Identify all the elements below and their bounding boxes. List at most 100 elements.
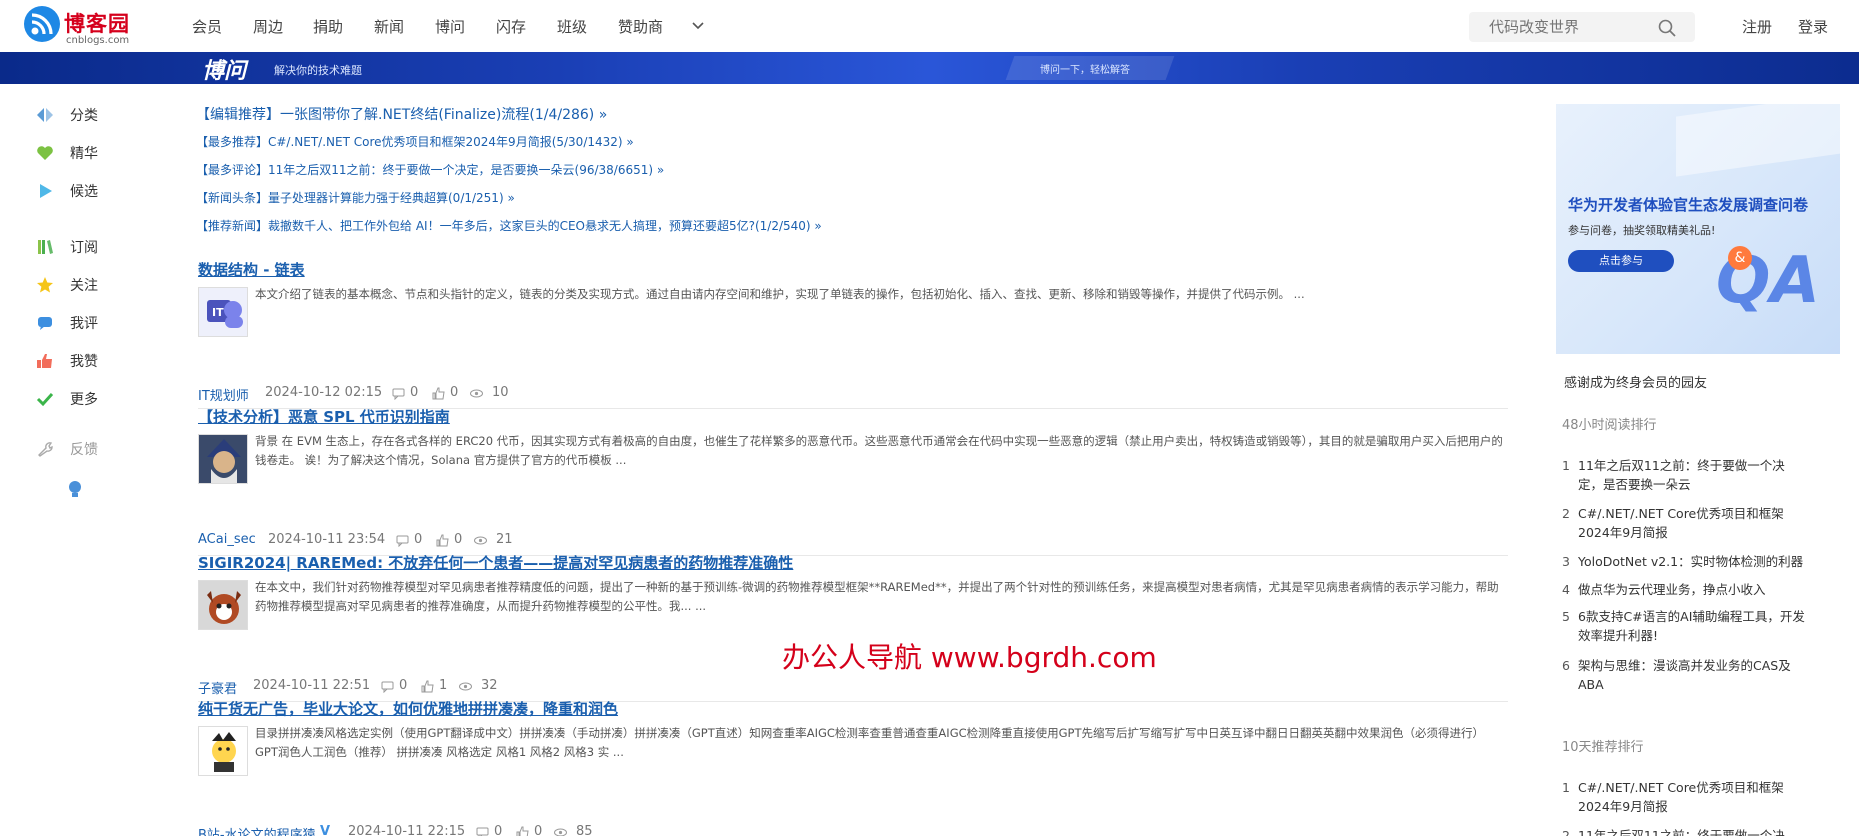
post-date: 2024-10-11 22:51 bbox=[253, 678, 371, 693]
rank-title: 11年之后双11之前：终于要做一个决定，是否要换一朵云 bbox=[1578, 458, 1785, 492]
author-avatar[interactable]: IT bbox=[198, 287, 248, 337]
login-link[interactable]: 登录 bbox=[1798, 16, 1828, 37]
rank-48h-item[interactable]: 4 做点华为云代理业务，挣点小收入 bbox=[1562, 580, 1832, 600]
rank-number: 6 bbox=[1562, 658, 1570, 673]
watermark-text: 办公人导航 www.bgrdh.com bbox=[782, 641, 1157, 674]
nav-item-member[interactable]: 会员 bbox=[192, 16, 222, 37]
nav-item-questions[interactable]: 博问 bbox=[435, 16, 465, 37]
author-avatar[interactable] bbox=[198, 726, 248, 776]
post-meta: IT规划师 2024-10-12 02:15 0 0 10 bbox=[198, 385, 798, 404]
post-summary: 在本文中，我们针对药物推荐模型对罕见病患者推荐精度低的问题，提出了一种新的基于预… bbox=[255, 580, 1499, 613]
headline-most-recommended[interactable]: 【最多推荐】C#/.NET/.NET Core优秀项目和框架2024年9月简报(… bbox=[196, 133, 634, 150]
banner-title: 博问 bbox=[202, 59, 247, 84]
main-content: 【编辑推荐】一张图带你了解.NET终结(Finalize)流程(1/4/286)… bbox=[168, 84, 1540, 836]
nav-item-donate[interactable]: 捐助 bbox=[313, 16, 343, 37]
rank-48h-item[interactable]: 5 6款支持C#语言的AI辅助编程工具，开发效率提升利器! bbox=[1562, 607, 1832, 647]
questions-banner[interactable]: 博问 解决你的技术难题 博问一下，轻松解答 bbox=[0, 52, 1859, 84]
category-icon bbox=[37, 108, 53, 122]
post-date: 2024-10-11 22:15 bbox=[348, 824, 466, 836]
sidebar-item-candidate[interactable]: 候选 bbox=[36, 180, 156, 202]
post-summary: 背景 在 EVM 生态上，存在各式各样的 ERC20 代币，因其实现方式有着极高… bbox=[255, 434, 1503, 467]
post-title[interactable]: 【技术分析】恶意 SPL 代币识别指南 bbox=[198, 406, 450, 427]
headline-news-top[interactable]: 【新闻头条】量子处理器计算能力强于经典超算(0/1/251) » bbox=[196, 189, 515, 206]
post-item: 纯干货无广告，毕业大论文，如何优雅地拼拼凑凑，降重和润色 目录拼拼凑凑风格选定实… bbox=[198, 698, 1518, 836]
sidebar-item-label: 精华 bbox=[70, 146, 98, 162]
post-author[interactable]: ACai_sec bbox=[198, 532, 256, 547]
nav-item-class[interactable]: 班级 bbox=[557, 16, 587, 37]
lightbulb-icon[interactable] bbox=[67, 480, 83, 500]
nav-item-sponsor[interactable]: 赞助商 bbox=[618, 16, 663, 37]
ad-title: 华为开发者体验官生态发展调查问卷 bbox=[1568, 196, 1809, 214]
sidebar-item-subscribe[interactable]: 订阅 bbox=[36, 236, 156, 258]
sidebar-item-my-likes[interactable]: 我赞 bbox=[36, 350, 156, 372]
post-title[interactable]: 数据结构 - 链表 bbox=[198, 259, 305, 280]
post-summary: 目录拼拼凑凑风格选定实例（使用GPT翻译成中文）拼拼凑凑（手动拼凑）拼拼凑凑（G… bbox=[255, 726, 1485, 759]
nav-item-flash[interactable]: 闪存 bbox=[496, 16, 526, 37]
rank-48h-item[interactable]: 3 YoloDotNet v2.1：实时物体检测的利器 bbox=[1562, 552, 1832, 572]
banner-right-text: 博问一下，轻松解答 bbox=[1040, 65, 1130, 76]
sidebar-item-follow[interactable]: 关注 bbox=[36, 274, 156, 296]
author-avatar[interactable] bbox=[198, 434, 248, 484]
post-comments-count: 0 bbox=[414, 532, 423, 547]
rank-48h-item[interactable]: 2 C#/.NET/.NET Core优秀项目和框架2024年9月简报 bbox=[1562, 504, 1832, 544]
rank-number: 3 bbox=[1562, 554, 1570, 569]
sidebar-item-more[interactable]: 更多 bbox=[36, 388, 156, 410]
sidebar-item-label: 订阅 bbox=[70, 240, 98, 256]
post-meta: B站-水论文的程序猿 V 2024-10-11 22:15 0 0 85 bbox=[198, 824, 898, 836]
ad-banner[interactable]: 华为开发者体验官生态发展调查问卷 参与问卷，抽奖领取精美礼品! 点击参与 QA … bbox=[1556, 104, 1840, 354]
rank-number: 1 bbox=[1562, 458, 1570, 473]
lifetime-member-link[interactable]: 感谢成为终身会员的园友 bbox=[1564, 372, 1707, 391]
rank-48h-item[interactable]: 6 架构与思维：漫谈高并发业务的CAS及ABA bbox=[1562, 656, 1832, 696]
comment-icon bbox=[392, 388, 405, 400]
search-input[interactable] bbox=[1469, 12, 1659, 42]
rank-number: 4 bbox=[1562, 582, 1570, 597]
rank-10d-title: 10天推荐排行 bbox=[1562, 740, 1644, 755]
eye-icon bbox=[474, 536, 487, 545]
headline-editor-pick[interactable]: 【编辑推荐】一张图带你了解.NET终结(Finalize)流程(1/4/286)… bbox=[196, 104, 607, 124]
sidebar-item-label: 分类 bbox=[70, 108, 98, 124]
headline-recommended-news[interactable]: 【推荐新闻】裁撤数千人、把工作外包给 AI！一年多后，这家巨头的CEO悬求无人搞… bbox=[196, 217, 822, 234]
post-author[interactable]: IT规划师 bbox=[198, 385, 249, 404]
search-icon[interactable] bbox=[1657, 18, 1677, 38]
post-views-count: 21 bbox=[496, 532, 513, 547]
sidebar-item-feedback[interactable]: 反馈 bbox=[36, 438, 156, 460]
play-icon bbox=[40, 184, 52, 198]
sidebar-item-featured[interactable]: 精华 bbox=[36, 142, 156, 164]
left-sidebar: 分类 精华 候选 订阅 关注 我评 我赞 更多 反馈 bbox=[0, 84, 168, 836]
chevron-down-icon[interactable] bbox=[690, 18, 706, 34]
sidebar-item-my-comments[interactable]: 我评 bbox=[36, 312, 156, 334]
rank-title: 11年之后双11之前：终于要做一个决 bbox=[1578, 828, 1785, 836]
check-icon bbox=[36, 392, 54, 407]
author-avatar[interactable] bbox=[198, 580, 248, 630]
site-logo[interactable]: 博客园 cnblogs.com bbox=[24, 6, 134, 46]
nav-item-news[interactable]: 新闻 bbox=[374, 16, 404, 37]
star-icon bbox=[37, 277, 53, 293]
sidebar-item-category[interactable]: 分类 bbox=[36, 104, 156, 126]
sidebar-item-label: 关注 bbox=[70, 278, 98, 294]
sidebar-item-label: 反馈 bbox=[70, 442, 98, 458]
headline-most-commented[interactable]: 【最多评论】11年之后双11之前：终于要做一个决定，是否要换一朵云(96/38/… bbox=[196, 161, 664, 178]
comment-icon bbox=[476, 827, 489, 836]
rank-number: 2 bbox=[1562, 828, 1570, 836]
rank-title: 做点华为云代理业务，挣点小收入 bbox=[1578, 582, 1766, 597]
svg-text:IT: IT bbox=[212, 306, 224, 319]
rank-title: 架构与思维：漫谈高并发业务的CAS及ABA bbox=[1578, 658, 1791, 692]
rank-title: C#/.NET/.NET Core优秀项目和框架2024年9月简报 bbox=[1578, 780, 1784, 814]
ad-participate-button[interactable]: 点击参与 bbox=[1568, 250, 1674, 272]
rank-10d-item[interactable]: 1 C#/.NET/.NET Core优秀项目和框架2024年9月简报 bbox=[1562, 778, 1832, 818]
nav-item-merch[interactable]: 周边 bbox=[253, 16, 283, 37]
banner-subtitle: 解决你的技术难题 bbox=[274, 64, 362, 77]
rank-48h-title: 48小时阅读排行 bbox=[1562, 418, 1657, 433]
post-title[interactable]: SIGIR2024| RAREMed: 不放弃任何一个患者——提高对罕见病患者的… bbox=[198, 552, 793, 573]
post-comments-count: 0 bbox=[494, 824, 503, 836]
ad-amp-badge: & bbox=[1728, 246, 1752, 270]
post-author[interactable]: B站-水论文的程序猿 bbox=[198, 824, 316, 836]
post-title[interactable]: 纯干货无广告，毕业大论文，如何优雅地拼拼凑凑，降重和润色 bbox=[198, 698, 618, 719]
post-author[interactable]: 子豪君 bbox=[198, 678, 237, 697]
post-date: 2024-10-12 02:15 bbox=[265, 385, 383, 400]
sidebar-item-label: 更多 bbox=[70, 392, 98, 408]
rank-48h-item[interactable]: 1 11年之后双11之前：终于要做一个决定，是否要换一朵云 bbox=[1562, 456, 1832, 496]
register-link[interactable]: 注册 bbox=[1742, 16, 1772, 37]
rank-10d-item[interactable]: 2 11年之后双11之前：终于要做一个决 bbox=[1562, 826, 1832, 836]
post-views-count: 32 bbox=[481, 678, 498, 693]
